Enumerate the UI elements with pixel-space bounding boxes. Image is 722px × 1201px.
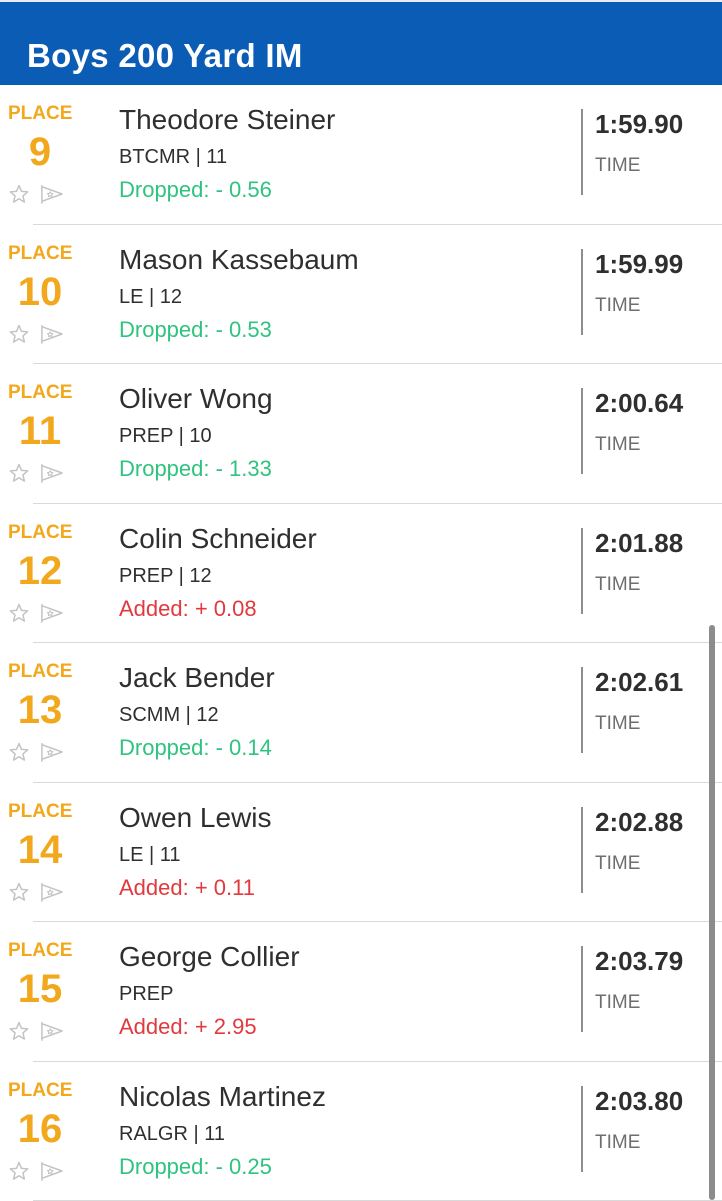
team-and-grade: LE | 11	[119, 843, 181, 867]
place-label: PLACE	[8, 103, 72, 125]
place-number: 13	[4, 687, 76, 733]
result-row[interactable]: PLACE 10 Mason Kassebaum LE | 12 Dropped…	[0, 225, 722, 365]
place-label: PLACE	[8, 522, 72, 544]
star-outline-icon[interactable]	[8, 881, 30, 903]
time-label: TIME	[595, 853, 640, 875]
time-change: Dropped: - 0.56	[119, 177, 272, 203]
star-outline-icon[interactable]	[8, 323, 30, 345]
place-number: 12	[4, 548, 76, 594]
flag-outline-icon[interactable]	[39, 1020, 65, 1042]
event-header: Boys 200 Yard IM	[0, 0, 722, 85]
result-row[interactable]: PLACE 14 Owen Lewis LE | 11 Added: + 0.1…	[0, 783, 722, 923]
swim-time: 2:02.61	[595, 667, 683, 697]
place-label: PLACE	[8, 382, 72, 404]
result-row[interactable]: PLACE 12 Colin Schneider PREP | 12 Added…	[0, 504, 722, 644]
place-number: 16	[4, 1106, 76, 1152]
team-and-grade: LE | 12	[119, 285, 182, 309]
place-number: 10	[4, 269, 76, 315]
time-divider	[581, 1086, 583, 1172]
place-label: PLACE	[8, 243, 72, 265]
flag-outline-icon[interactable]	[39, 462, 65, 484]
star-outline-icon[interactable]	[8, 602, 30, 624]
flag-outline-icon[interactable]	[39, 1160, 65, 1182]
time-change: Dropped: - 0.53	[119, 317, 272, 343]
swim-time: 2:03.80	[595, 1086, 683, 1116]
result-row[interactable]: PLACE 15 George Collier PREP Added: + 2.…	[0, 922, 722, 1062]
place-number: 9	[4, 129, 76, 175]
swimmer-name: Owen Lewis	[119, 801, 272, 835]
team-and-grade: RALGR | 11	[119, 1122, 225, 1146]
place-number: 15	[4, 966, 76, 1012]
time-label: TIME	[595, 1132, 640, 1154]
time-change: Dropped: - 0.14	[119, 735, 272, 761]
swimmer-name: Nicolas Martinez	[119, 1080, 326, 1114]
results-list: PLACE 9 Theodore Steiner BTCMR | 11 Drop…	[0, 85, 722, 1201]
time-change: Added: + 0.11	[119, 875, 255, 901]
swimmer-name: Mason Kassebaum	[119, 243, 359, 277]
time-divider	[581, 528, 583, 614]
flag-outline-icon[interactable]	[39, 881, 65, 903]
scrollbar[interactable]	[709, 625, 715, 1200]
time-divider	[581, 249, 583, 335]
place-label: PLACE	[8, 801, 72, 823]
place-number: 11	[4, 408, 76, 454]
event-title: Boys 200 Yard IM	[27, 36, 303, 76]
time-change: Dropped: - 0.25	[119, 1154, 272, 1180]
swimmer-name: George Collier	[119, 940, 300, 974]
team-and-grade: PREP | 12	[119, 564, 212, 588]
star-outline-icon[interactable]	[8, 1160, 30, 1182]
swim-time: 2:01.88	[595, 528, 683, 558]
flag-outline-icon[interactable]	[39, 741, 65, 763]
result-row[interactable]: PLACE 11 Oliver Wong PREP | 10 Dropped: …	[0, 364, 722, 504]
swimmer-name: Theodore Steiner	[119, 103, 335, 137]
time-label: TIME	[595, 434, 640, 456]
swimmer-name: Oliver Wong	[119, 382, 273, 416]
place-number: 14	[4, 827, 76, 873]
place-label: PLACE	[8, 661, 72, 683]
time-label: TIME	[595, 155, 640, 177]
flag-outline-icon[interactable]	[39, 602, 65, 624]
time-label: TIME	[595, 574, 640, 596]
star-outline-icon[interactable]	[8, 462, 30, 484]
time-divider	[581, 807, 583, 893]
star-outline-icon[interactable]	[8, 1020, 30, 1042]
time-divider	[581, 667, 583, 753]
time-divider	[581, 109, 583, 195]
swim-time: 2:02.88	[595, 807, 683, 837]
place-label: PLACE	[8, 1080, 72, 1102]
time-change: Dropped: - 1.33	[119, 456, 272, 482]
flag-outline-icon[interactable]	[39, 323, 65, 345]
place-label: PLACE	[8, 940, 72, 962]
swimmer-name: Jack Bender	[119, 661, 275, 695]
team-and-grade: BTCMR | 11	[119, 145, 227, 169]
swim-time: 1:59.99	[595, 249, 683, 279]
team-and-grade: PREP | 10	[119, 424, 212, 448]
time-change: Added: + 2.95	[119, 1014, 257, 1040]
time-label: TIME	[595, 992, 640, 1014]
result-row[interactable]: PLACE 13 Jack Bender SCMM | 12 Dropped: …	[0, 643, 722, 783]
star-outline-icon[interactable]	[8, 183, 30, 205]
time-label: TIME	[595, 713, 640, 735]
time-change: Added: + 0.08	[119, 596, 257, 622]
team-and-grade: SCMM | 12	[119, 703, 219, 727]
time-divider	[581, 946, 583, 1032]
team-and-grade: PREP	[119, 982, 173, 1006]
time-divider	[581, 388, 583, 474]
flag-outline-icon[interactable]	[39, 183, 65, 205]
star-outline-icon[interactable]	[8, 741, 30, 763]
swim-time: 2:03.79	[595, 946, 683, 976]
result-row[interactable]: PLACE 16 Nicolas Martinez RALGR | 11 Dro…	[0, 1062, 722, 1201]
swimmer-name: Colin Schneider	[119, 522, 317, 556]
result-row[interactable]: PLACE 9 Theodore Steiner BTCMR | 11 Drop…	[0, 85, 722, 225]
time-label: TIME	[595, 295, 640, 317]
swim-time: 2:00.64	[595, 388, 683, 418]
swim-time: 1:59.90	[595, 109, 683, 139]
